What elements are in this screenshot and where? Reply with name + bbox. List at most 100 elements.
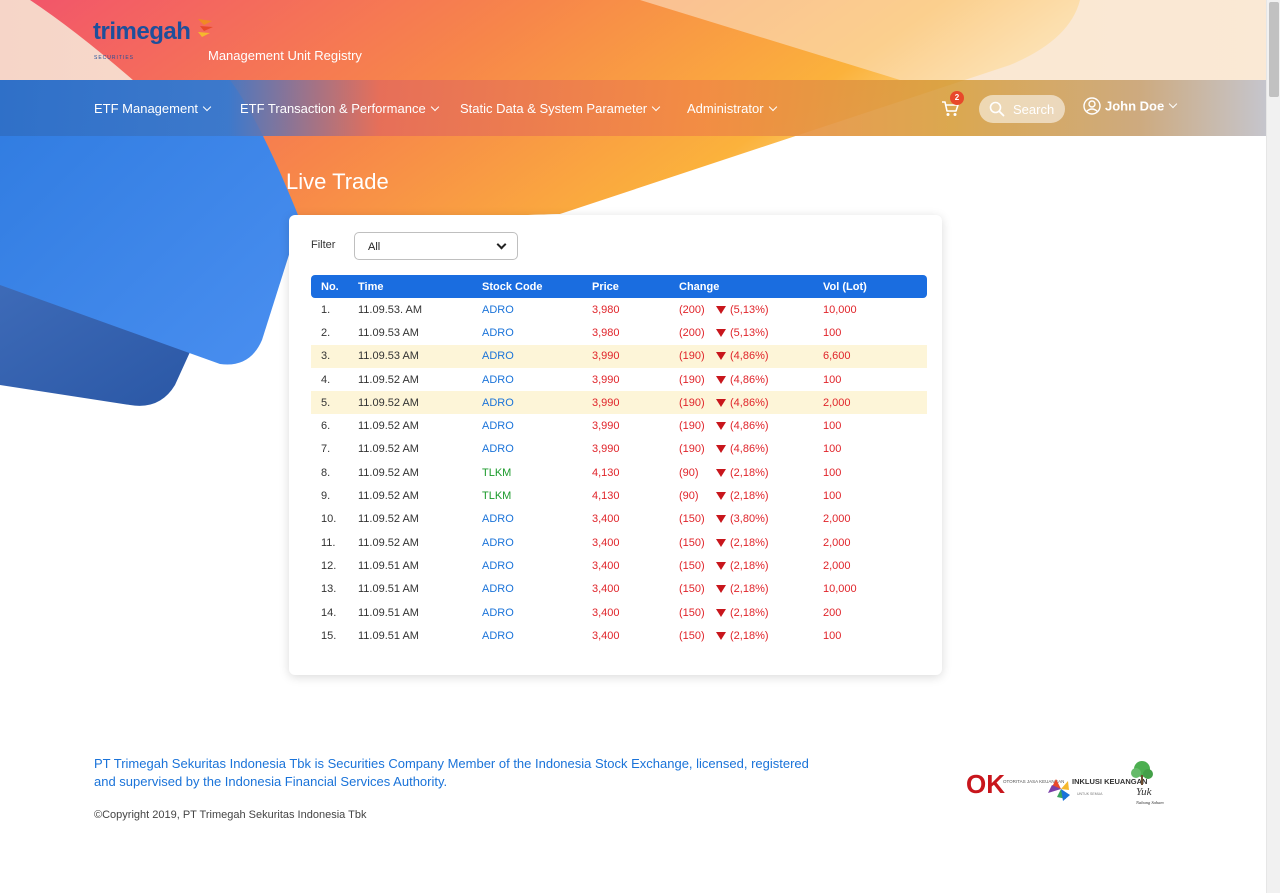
header-time[interactable]: Time <box>358 275 482 298</box>
footer-copyright: ©Copyright 2019, PT Trimegah Sekuritas I… <box>94 809 367 821</box>
partner-logos: OK OTORITAS JASA KEUANGAN INKLUSI KEUANG… <box>966 757 1166 813</box>
search-icon <box>989 101 1005 117</box>
table-row[interactable]: 14. 11.09.51 AM ADRO 3,400 (150) (2,18%) 200 <box>311 601 927 624</box>
table-row[interactable]: 15. 11.09.51 AM ADRO 3,400 (150) (2,18%) 100 <box>311 624 927 647</box>
cell-change: (150) (2,18%) <box>679 578 823 601</box>
page-scrollbar[interactable] <box>1266 0 1280 893</box>
cell-price: 3,400 <box>592 513 620 526</box>
cell-time: 11.09.52 AM <box>358 420 419 433</box>
nav-etf-management[interactable]: ETF Management <box>94 101 212 116</box>
down-arrow-icon <box>716 515 726 524</box>
search-placeholder: Search <box>1013 102 1055 117</box>
table-row[interactable]: 7. 11.09.52 AM ADRO 3,990 (190) (4,86%) 100 <box>311 438 927 461</box>
chevron-down-icon <box>1168 100 1178 109</box>
table-row[interactable]: 9. 11.09.52 AM TLKM 4,130 (90) (2,18%) 100 <box>311 484 927 507</box>
cell-stock-code[interactable]: ADRO <box>482 298 592 321</box>
scrollbar-thumb[interactable] <box>1269 2 1279 97</box>
table-row[interactable]: 2. 11.09.53 AM ADRO 3,980 (200) (5,13%) 100 <box>311 321 927 344</box>
table-row[interactable]: 4. 11.09.52 AM ADRO 3,990 (190) (4,86%) 100 <box>311 368 927 391</box>
filter-select[interactable]: All <box>354 232 518 260</box>
cell-stock-code[interactable]: ADRO <box>482 344 592 368</box>
cell-stock-code[interactable]: TLKM <box>482 484 592 507</box>
down-arrow-icon <box>716 585 726 594</box>
table-row[interactable]: 13. 11.09.51 AM ADRO 3,400 (150) (2,18%) 10,00… <box>311 578 927 601</box>
cell-price: 3,990 <box>592 391 679 415</box>
cell-stock-code[interactable]: ADRO <box>482 578 592 601</box>
cell-stock-code[interactable]: ADRO <box>482 508 592 531</box>
cell-change: (200) (5,13%) <box>679 321 823 344</box>
header-change[interactable]: Change <box>679 275 823 298</box>
cell-time: 11.09.52 AM <box>358 391 482 415</box>
table-row[interactable]: 3. 11.09.53 AM ADRO 3,990 (190) (4,86%) 6,600 <box>311 344 927 368</box>
change-value: (190) <box>679 396 705 409</box>
cell-no: 9. <box>321 490 331 503</box>
cell-price: 4,130 <box>592 466 620 479</box>
cell-vol-lot: 100 <box>823 420 842 433</box>
cell-change: (150) (2,18%) <box>679 601 823 624</box>
inklusi-logo-sub: UNTUK SEMUA <box>1077 792 1103 796</box>
cell-stock-code[interactable]: ADRO <box>482 391 592 415</box>
cell-no: 3. <box>311 344 358 368</box>
cell-price: 3,400 <box>592 583 620 596</box>
brand-sub: SECURITIES <box>94 55 135 61</box>
cell-stock-code[interactable]: ADRO <box>482 414 592 437</box>
change-value: (150) <box>679 536 705 549</box>
search-input[interactable]: Search <box>979 95 1065 123</box>
cell-stock-code[interactable]: ADRO <box>482 321 592 344</box>
filter-label: Filter <box>311 239 336 251</box>
cell-no: 5. <box>311 391 358 415</box>
cell-stock-code[interactable]: ADRO <box>482 368 592 391</box>
cell-vol-lot: 10,000 <box>823 303 857 316</box>
cell-no: 11. <box>321 536 336 549</box>
cell-vol-lot: 100 <box>823 466 842 479</box>
cell-vol-lot: 100 <box>823 326 842 339</box>
down-arrow-icon <box>716 445 726 454</box>
cell-price: 3,400 <box>592 629 620 642</box>
chevron-down-icon <box>768 102 777 112</box>
nav-administrator[interactable]: Administrator <box>687 101 777 116</box>
table-row[interactable]: 1. 11.09.53. AM ADRO 3,980 (200) (5,13%) 10,00… <box>311 298 927 321</box>
change-percent: (2,18%) <box>730 559 769 572</box>
trimegah-logo[interactable]: trimegah SECURITIES <box>93 18 213 61</box>
change-percent: (4,86%) <box>730 420 769 433</box>
header-stock-code[interactable]: Stock Code <box>482 275 592 298</box>
cell-stock-code[interactable]: TLKM <box>482 461 592 484</box>
table-row[interactable]: 10. 11.09.52 AM ADRO 3,400 (150) (3,80%) 2,000 <box>311 508 927 531</box>
table-row[interactable]: 5. 11.09.52 AM ADRO 3,990 (190) (4,86%) 2,000 <box>311 391 927 415</box>
down-arrow-icon <box>716 492 726 501</box>
table-header-row: No. Time Stock Code Price Change Vol (Lo… <box>311 275 927 298</box>
footer-disclaimer: PT Trimegah Sekuritas Indonesia Tbk is S… <box>94 756 809 789</box>
change-percent: (2,18%) <box>730 490 769 503</box>
cell-stock-code[interactable]: ADRO <box>482 624 592 647</box>
table-row[interactable]: 12. 11.09.51 AM ADRO 3,400 (150) (2,18%) 2,000 <box>311 554 927 577</box>
cell-price: 3,990 <box>592 443 620 456</box>
header-no[interactable]: No. <box>311 275 358 298</box>
cell-time: 11.09.52 AM <box>358 443 419 456</box>
brand-name: trimegah <box>93 18 191 45</box>
cell-change: (90) (2,18%) <box>679 461 823 484</box>
cell-price: 3,400 <box>592 536 620 549</box>
down-arrow-icon <box>716 398 726 407</box>
user-menu[interactable]: John Doe <box>1083 97 1178 116</box>
cell-stock-code[interactable]: ADRO <box>482 601 592 624</box>
table-row[interactable]: 6. 11.09.52 AM ADRO 3,990 (190) (4,86%) 100 <box>311 414 927 437</box>
cell-price: 3,990 <box>592 420 620 433</box>
cell-change: (190) (4,86%) <box>679 414 823 437</box>
table-row[interactable]: 11. 11.09.52 AM ADRO 3,400 (150) (2,18%) 2,000 <box>311 531 927 554</box>
cell-stock-code[interactable]: ADRO <box>482 554 592 577</box>
table-row[interactable]: 8. 11.09.52 AM TLKM 4,130 (90) (2,18%) 100 <box>311 461 927 484</box>
ojk-logo: OK OTORITAS JASA KEUANGAN <box>966 769 1064 799</box>
header-vol-lot[interactable]: Vol (Lot) <box>823 275 927 298</box>
cell-stock-code[interactable]: ADRO <box>482 438 592 461</box>
nav-etf-transaction-performance[interactable]: ETF Transaction & Performance <box>240 101 439 116</box>
live-trade-table: No. Time Stock Code Price Change Vol (Lo… <box>311 275 927 647</box>
cell-stock-code[interactable]: ADRO <box>482 531 592 554</box>
cell-price: 3,980 <box>592 303 620 316</box>
cart-button[interactable]: 2 <box>941 91 964 118</box>
nav-static-data-system-parameter[interactable]: Static Data & System Parameter <box>460 101 661 116</box>
cell-no: 14. <box>321 606 337 619</box>
cell-change: (150) (2,18%) <box>679 531 823 554</box>
header-price[interactable]: Price <box>592 275 679 298</box>
cell-price: 3,980 <box>592 326 620 339</box>
cell-change: (150) (3,80%) <box>679 508 823 531</box>
